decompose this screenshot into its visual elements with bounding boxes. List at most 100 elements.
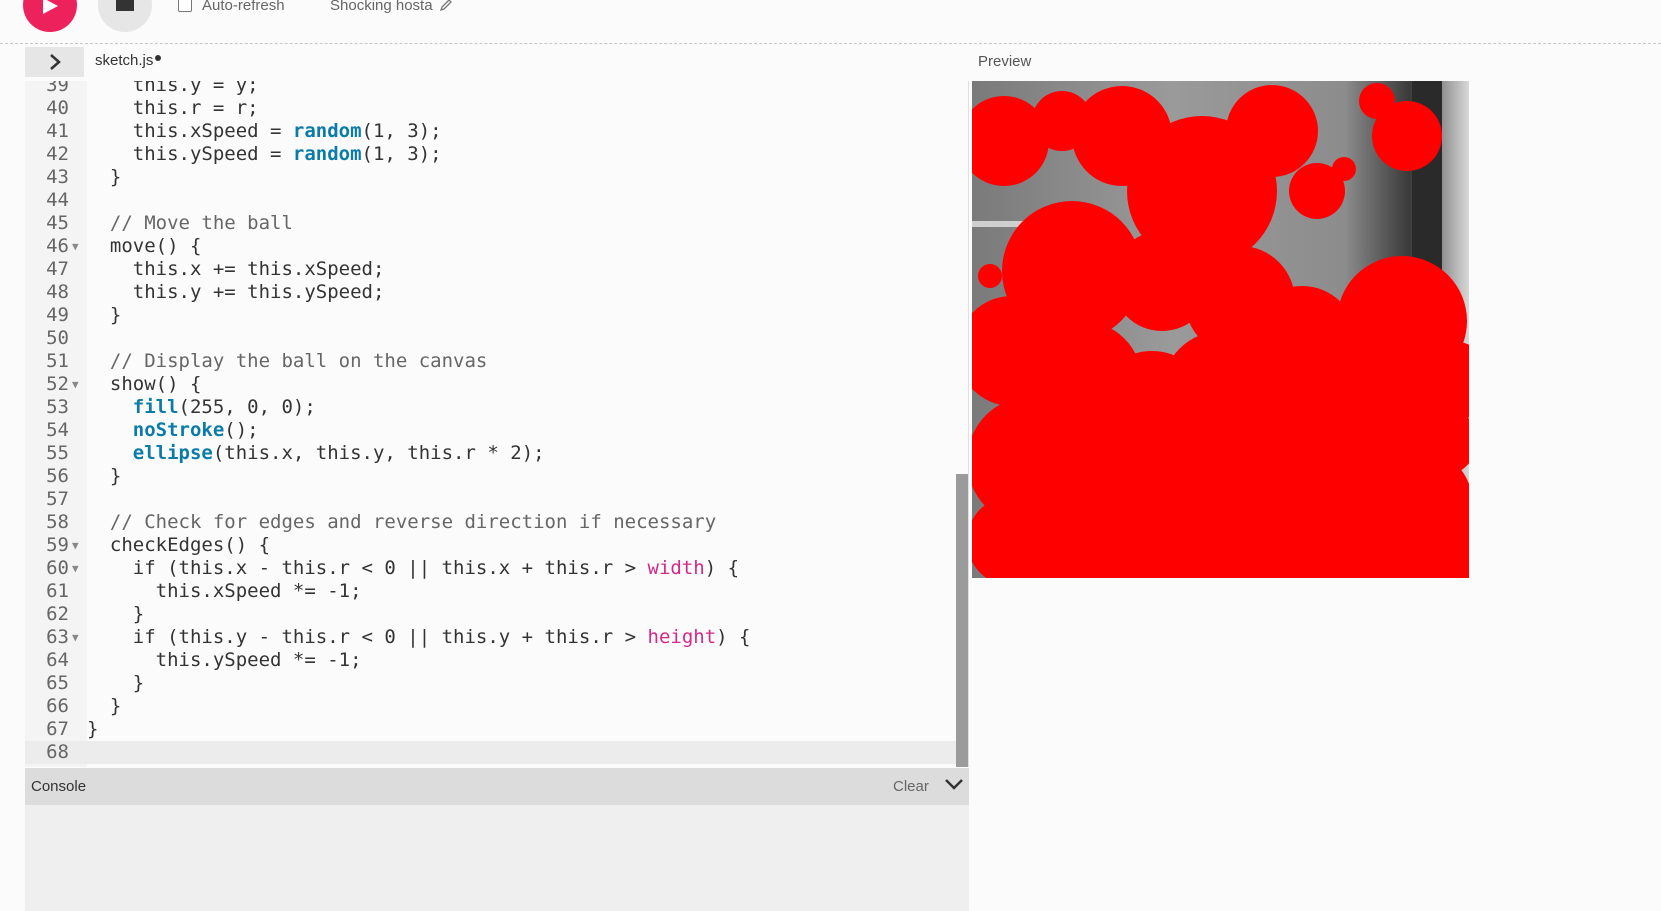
editor-scrollbar[interactable] bbox=[956, 474, 968, 767]
chevron-down-icon[interactable] bbox=[945, 778, 963, 790]
code-token-fn: random bbox=[292, 143, 362, 165]
ball-ellipse bbox=[1226, 85, 1318, 177]
code-token: this.y = y; bbox=[87, 81, 259, 96]
ball-ellipse bbox=[1372, 101, 1442, 171]
line-number: 60 bbox=[46, 557, 69, 579]
code-token-comment: // Check for edges and reverse direction… bbox=[87, 511, 717, 533]
console-clear-button[interactable]: Clear bbox=[893, 778, 929, 795]
code-token: ) { bbox=[716, 626, 751, 648]
code-line[interactable]: 47 this.x += this.xSpeed; bbox=[25, 258, 959, 281]
code-line[interactable]: 62 } bbox=[25, 603, 959, 626]
code-lines[interactable]: 39 this.y = y; 40 this.r = r; 41 this.xSpe… bbox=[25, 81, 959, 764]
fold-toggle-icon[interactable]: ▼ bbox=[72, 626, 79, 649]
code-token: } bbox=[87, 166, 122, 188]
code-token-fn: fill bbox=[132, 396, 179, 418]
code-text: if (this.x - this.r < 0 || this.x + this… bbox=[87, 557, 739, 580]
line-number: 51 bbox=[46, 350, 69, 372]
code-token: (); bbox=[224, 419, 259, 441]
code-token: checkEdges() { bbox=[87, 534, 271, 556]
code-token: this.r = r; bbox=[87, 97, 259, 119]
console-header: Console Clear bbox=[25, 768, 969, 805]
code-line[interactable]: 60 ▼ if (this.x - this.r < 0 || this.x + … bbox=[25, 557, 959, 580]
line-number: 42 bbox=[46, 143, 69, 165]
ball-ellipse bbox=[1332, 157, 1356, 181]
play-button[interactable] bbox=[23, 0, 77, 32]
line-number: 68 bbox=[46, 741, 69, 763]
code-line[interactable]: 43 } bbox=[25, 166, 959, 189]
code-text: } bbox=[87, 304, 121, 327]
code-line[interactable]: 52 ▼ show() { bbox=[25, 373, 959, 396]
code-token: this.xSpeed *= -1; bbox=[87, 580, 362, 602]
code-line[interactable]: 41 this.xSpeed = random(1, 3); bbox=[25, 120, 959, 143]
auto-refresh-checkbox[interactable] bbox=[178, 0, 192, 12]
code-line[interactable]: 49 } bbox=[25, 304, 959, 327]
code-line[interactable]: 67} bbox=[25, 718, 959, 741]
code-line[interactable]: 65 } bbox=[25, 672, 959, 695]
code-line[interactable]: 53 fill(255, 0, 0); bbox=[25, 396, 959, 419]
code-line[interactable]: 57 bbox=[25, 488, 959, 511]
sidebar-toggle-button[interactable] bbox=[25, 47, 84, 77]
code-token: (1, 3); bbox=[361, 143, 442, 165]
auto-refresh-label: Auto-refresh bbox=[202, 0, 285, 14]
code-line[interactable]: 42 this.ySpeed = random(1, 3); bbox=[25, 143, 959, 166]
file-tab[interactable]: sketch.js bbox=[95, 52, 162, 69]
code-line[interactable]: 39 this.y = y; bbox=[25, 81, 959, 97]
code-line[interactable]: 44 bbox=[25, 189, 959, 212]
line-number: 49 bbox=[46, 304, 69, 326]
stop-button[interactable] bbox=[98, 0, 152, 32]
line-number: 39 bbox=[46, 81, 69, 96]
code-line[interactable]: 63 ▼ if (this.y - this.r < 0 || this.y + … bbox=[25, 626, 959, 649]
code-token: if (this.y - this.r < 0 || this.y + this… bbox=[87, 626, 648, 648]
line-number: 63 bbox=[46, 626, 69, 648]
code-text: } bbox=[87, 695, 121, 718]
code-line[interactable]: 46 ▼ move() { bbox=[25, 235, 959, 258]
code-text: move() { bbox=[87, 235, 202, 258]
code-line[interactable]: 64 this.ySpeed *= -1; bbox=[25, 649, 959, 672]
code-token: this.ySpeed *= -1; bbox=[87, 649, 362, 671]
code-token: this.xSpeed = bbox=[87, 120, 293, 142]
code-line[interactable]: 55 ellipse(this.x, this.y, this.r * 2); bbox=[25, 442, 959, 465]
code-editor[interactable]: 39 this.y = y; 40 this.r = r; 41 this.xSpe… bbox=[25, 81, 969, 767]
code-text: checkEdges() { bbox=[87, 534, 270, 557]
code-text: this.x += this.xSpeed; bbox=[87, 258, 385, 281]
code-text: noStroke(); bbox=[87, 419, 259, 442]
line-number: 58 bbox=[46, 511, 69, 533]
code-line[interactable]: 50 bbox=[25, 327, 959, 350]
code-text: this.ySpeed = random(1, 3); bbox=[87, 143, 442, 166]
code-line[interactable]: 58 // Check for edges and reverse direct… bbox=[25, 511, 959, 534]
code-token: } bbox=[87, 603, 145, 625]
code-token: } bbox=[87, 695, 122, 717]
code-text: } bbox=[87, 718, 98, 741]
pencil-icon[interactable] bbox=[439, 0, 453, 12]
code-line[interactable]: 54 noStroke(); bbox=[25, 419, 959, 442]
code-line[interactable]: 66 } bbox=[25, 695, 959, 718]
fold-toggle-icon[interactable]: ▼ bbox=[72, 235, 79, 258]
line-number: 50 bbox=[46, 327, 69, 349]
code-line[interactable]: 61 this.xSpeed *= -1; bbox=[25, 580, 959, 603]
fold-toggle-icon[interactable]: ▼ bbox=[72, 557, 79, 580]
code-line[interactable]: 40 this.r = r; bbox=[25, 97, 959, 120]
ball-ellipse bbox=[978, 264, 1002, 288]
preview-canvas[interactable] bbox=[972, 81, 1469, 578]
code-token: } bbox=[87, 465, 122, 487]
sketch-name[interactable]: Shocking hosta bbox=[330, 0, 453, 15]
code-token: this.x += this.xSpeed; bbox=[87, 258, 385, 280]
line-number: 62 bbox=[46, 603, 69, 625]
code-token: } bbox=[87, 718, 99, 740]
code-text: this.y = y; bbox=[87, 81, 259, 97]
code-line[interactable]: 59 ▼ checkEdges() { bbox=[25, 534, 959, 557]
code-line[interactable]: 51 // Display the ball on the canvas bbox=[25, 350, 959, 373]
code-line[interactable]: 56 } bbox=[25, 465, 959, 488]
line-number: 48 bbox=[46, 281, 69, 303]
code-text: // Display the ball on the canvas bbox=[87, 350, 488, 373]
code-line[interactable]: 68 bbox=[25, 741, 959, 764]
line-number: 43 bbox=[46, 166, 69, 188]
fold-toggle-icon[interactable]: ▼ bbox=[72, 534, 79, 557]
code-line[interactable]: 48 this.y += this.ySpeed; bbox=[25, 281, 959, 304]
code-token: (1, 3); bbox=[361, 120, 442, 142]
code-line[interactable]: 45 // Move the ball bbox=[25, 212, 959, 235]
auto-refresh-toggle[interactable]: Auto-refresh bbox=[178, 0, 285, 15]
code-token: this.y += this.ySpeed; bbox=[87, 281, 385, 303]
fold-toggle-icon[interactable]: ▼ bbox=[72, 373, 79, 396]
